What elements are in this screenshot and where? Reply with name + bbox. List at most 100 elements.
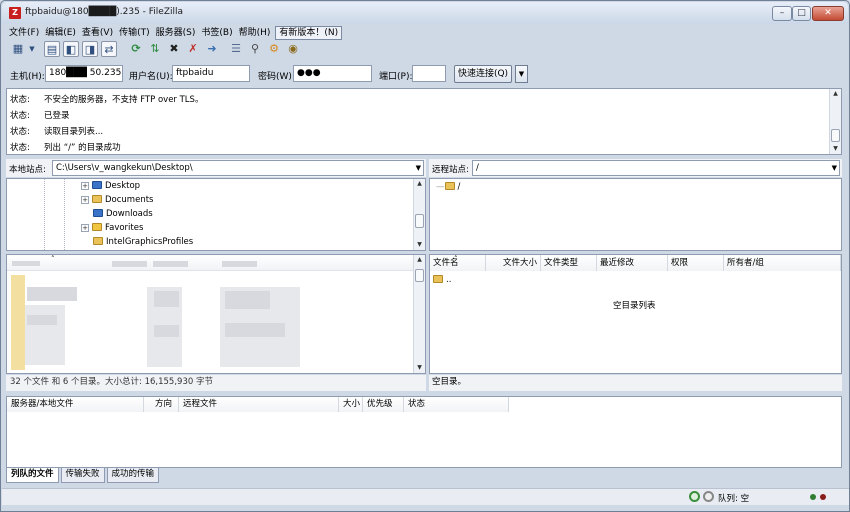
blurred-types <box>225 323 285 337</box>
tree-item-downloads[interactable]: Downloads <box>93 208 153 220</box>
local-list-scrollbar[interactable]: ▲ ▼ <box>413 255 425 373</box>
tree-item-favorites[interactable]: + Favorites <box>81 222 143 234</box>
tree-item-desktop[interactable]: + Desktop <box>81 180 140 192</box>
tree-guide <box>64 179 65 250</box>
column-header-owner-group[interactable]: 所有者/组 <box>724 255 841 271</box>
blurred-header <box>222 261 257 267</box>
remote-tree-root[interactable]: — / <box>436 181 460 193</box>
toggle-queue-icon[interactable]: ⇄ <box>101 41 117 57</box>
message-log: 状态: 不安全的服务器，不支持 FTP over TLS。 状态: 已登录 状态: 读… <box>6 88 842 155</box>
port-label: 端口(P): <box>379 72 413 82</box>
toggle-log-icon[interactable]: ▤ <box>44 41 60 57</box>
column-header-filename[interactable]: 文件名 <box>430 255 486 271</box>
tree-item-documents[interactable]: + Documents <box>81 194 153 206</box>
reconnect-icon[interactable]: ➜ <box>204 41 220 57</box>
queue-column-direction[interactable]: 方向 <box>144 397 179 412</box>
process-queue-icon[interactable]: ⇅ <box>147 41 163 57</box>
queue-column-size[interactable]: 大小 <box>339 397 363 412</box>
tab-failed-transfers[interactable]: 传输失败 <box>60 468 105 483</box>
dropdown-arrow-icon[interactable]: ▼ <box>27 41 37 57</box>
compare-icon[interactable]: ◉ <box>285 41 301 57</box>
queue-column-local-file[interactable]: 服务器/本地文件 <box>7 397 144 412</box>
queue-column-priority[interactable]: 优先级 <box>363 397 404 412</box>
log-line: 状态: 读取目录列表... <box>10 127 104 137</box>
menu-help[interactable]: 帮助(H) <box>236 26 274 40</box>
scroll-thumb[interactable] <box>415 269 424 282</box>
port-input[interactable] <box>412 65 446 82</box>
local-directory-tree: + Desktop + Documents Downloads + Favorites… <box>6 178 426 251</box>
tree-guide <box>44 179 45 250</box>
log-scrollbar[interactable]: ▲ ▼ <box>829 89 841 154</box>
maximize-button[interactable]: □ <box>792 6 811 21</box>
disconnect-icon[interactable]: ✗ <box>185 41 201 57</box>
scroll-down-icon[interactable]: ▼ <box>414 363 425 373</box>
scroll-up-icon[interactable]: ▲ <box>830 89 841 99</box>
queue-status-label: 队列: 空 <box>718 494 750 504</box>
expand-icon[interactable]: + <box>81 196 89 204</box>
password-input[interactable]: ●●● <box>293 65 372 82</box>
toggle-remote-tree-icon[interactable]: ◨ <box>82 41 98 57</box>
menu-edit[interactable]: 编辑(E) <box>42 26 79 40</box>
local-list-header <box>7 255 413 271</box>
queue-column-status[interactable]: 状态 <box>404 397 509 412</box>
username-input[interactable]: ftpbaidu <box>172 65 250 82</box>
scroll-down-icon[interactable]: ▼ <box>414 240 425 250</box>
toggle-local-tree-icon[interactable]: ◧ <box>63 41 79 57</box>
host-input[interactable]: 180███ 50.235 <box>45 65 123 82</box>
remote-path-input[interactable]: / ▼ <box>472 160 840 176</box>
sync-browse-icon[interactable]: ⚙ <box>266 41 282 57</box>
close-button[interactable]: ✕ <box>812 6 844 21</box>
tab-queued-files[interactable]: 列队的文件 <box>6 468 59 483</box>
scroll-up-icon[interactable]: ▲ <box>414 179 425 189</box>
blurred-file-icons <box>11 275 25 370</box>
menu-server[interactable]: 服务器(S) <box>153 26 199 40</box>
toolbar: ▦ ▼ ▤ ◧ ◨ ⇄ ⟳ ⇅ ✖ ✗ ➜ ☰ ⚲ ⚙ ◉ <box>6 41 306 59</box>
tab-successful-transfers[interactable]: 成功的传输 <box>106 468 160 483</box>
blurred-filenames <box>25 305 65 365</box>
scroll-down-icon[interactable]: ▼ <box>830 144 841 154</box>
local-site-bar: 本地站点: C:\Users\v_wangkekun\Desktop\ ▼ <box>6 159 426 177</box>
scroll-thumb[interactable] <box>415 214 424 228</box>
scroll-thumb[interactable] <box>831 129 840 142</box>
quickconnect-history-dropdown[interactable]: ▼ <box>515 65 528 83</box>
local-tree-scrollbar[interactable]: ▲ ▼ <box>413 179 425 250</box>
column-header-modified[interactable]: 最近修改 <box>597 255 668 271</box>
menu-file[interactable]: 文件(F) <box>6 26 42 40</box>
parent-directory-entry[interactable]: .. <box>433 274 451 286</box>
search-icon[interactable]: ⚲ <box>247 41 263 57</box>
blurred-filenames <box>27 287 77 301</box>
expand-icon[interactable]: + <box>81 182 89 190</box>
refresh-icon[interactable]: ⟳ <box>128 41 144 57</box>
log-line: 状态: 列出 “/” 的目录成功 <box>10 143 121 153</box>
speed-limit-icon[interactable] <box>703 491 714 502</box>
chevron-down-icon[interactable]: ▼ <box>832 161 837 175</box>
filezilla-window: Z ftpbaidu@180████).235 - FileZilla – □ … <box>0 0 850 512</box>
transfer-queue: 服务器/本地文件 方向 远程文件 大小 优先级 状态 <box>6 396 842 468</box>
remote-status-text: 空目录。 <box>429 375 842 391</box>
remote-site-label: 远程站点: <box>432 165 469 175</box>
sort-asc-icon: ˄ <box>454 255 458 263</box>
menu-transfer[interactable]: 传输(T) <box>116 26 153 40</box>
tree-item-intelgraphicsprofiles[interactable]: IntelGraphicsProfiles <box>93 236 193 248</box>
blurred-sizes <box>154 291 179 307</box>
column-header-filesize[interactable]: 文件大小 <box>486 255 541 271</box>
quickconnect-button[interactable]: 快速连接(Q) <box>454 65 512 83</box>
column-header-filetype[interactable]: 文件类型 <box>541 255 597 271</box>
filter-icon[interactable]: ☰ <box>228 41 244 57</box>
column-header-permissions[interactable]: 权限 <box>668 255 724 271</box>
chevron-down-icon[interactable]: ▼ <box>416 161 421 175</box>
cancel-icon[interactable]: ✖ <box>166 41 182 57</box>
empty-listing-text: 空目录列表 <box>613 301 656 311</box>
scroll-up-icon[interactable]: ▲ <box>414 255 425 265</box>
send-led-icon <box>820 494 826 500</box>
menu-view[interactable]: 查看(V) <box>79 26 116 40</box>
menu-new-version[interactable]: 有新版本！(N) <box>275 26 343 40</box>
menu-bookmarks[interactable]: 书签(B) <box>198 26 235 40</box>
remote-site-bar: 远程站点: / ▼ <box>429 159 842 177</box>
minimize-button[interactable]: – <box>772 6 792 21</box>
site-manager-icon[interactable]: ▦ <box>10 41 26 57</box>
queue-column-remote-file[interactable]: 远程文件 <box>179 397 339 412</box>
expand-icon[interactable]: + <box>81 224 89 232</box>
blurred-types <box>225 291 270 309</box>
local-path-input[interactable]: C:\Users\v_wangkekun\Desktop\ ▼ <box>52 160 424 176</box>
